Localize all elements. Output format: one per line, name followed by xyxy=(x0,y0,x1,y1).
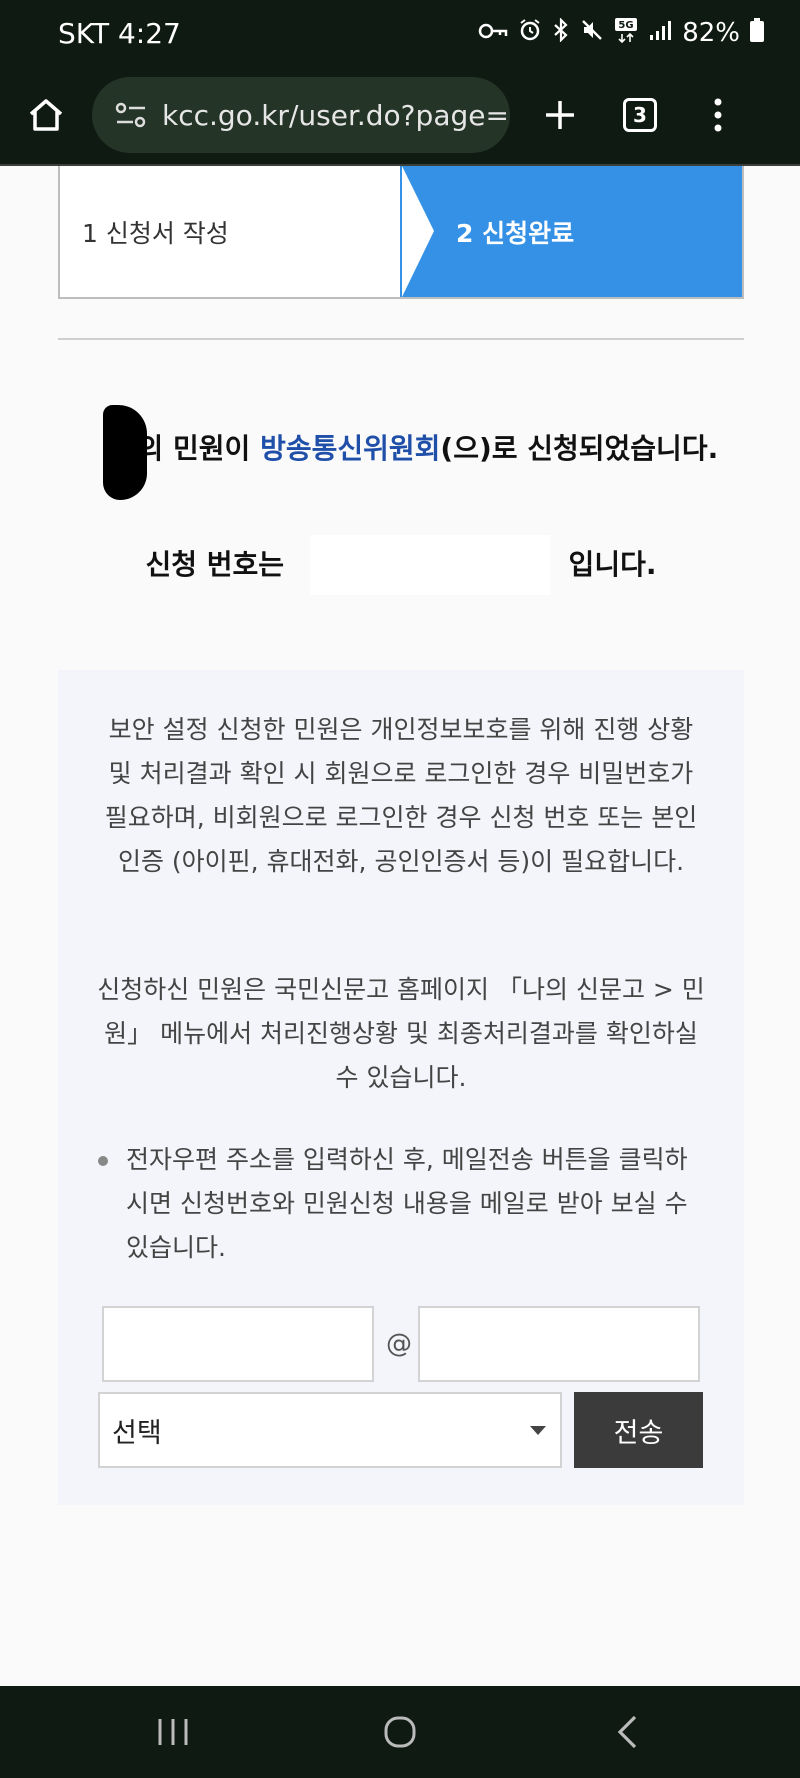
email-notice: 전자우편 주소를 입력하신 후, 메일전송 버튼을 클릭하시면 신청번호와 민원… xyxy=(98,1138,708,1270)
info-panel: 보안 설정 신청한 민원은 개인정보보호를 위해 진행 상황 및 처리결과 확인… xyxy=(58,670,744,1505)
status-bar: SKT 4:27 5G 82% xyxy=(0,0,800,66)
progress-steps: 1 신청서 작성 2 신청완료 xyxy=(58,166,744,299)
caret-down-icon xyxy=(530,1425,546,1435)
new-tab-button[interactable] xyxy=(510,98,610,132)
home-nav-button[interactable] xyxy=(355,1697,445,1767)
email-local-input[interactable] xyxy=(102,1306,374,1382)
home-button[interactable] xyxy=(0,65,92,165)
plus-icon xyxy=(546,101,574,129)
mute-icon xyxy=(580,18,604,48)
step-2-label: 2 신청완료 xyxy=(456,218,575,248)
home-icon xyxy=(29,99,63,131)
alarm-icon xyxy=(518,18,542,48)
battery-percent: 82% xyxy=(682,18,740,48)
svg-text:5G: 5G xyxy=(619,20,634,31)
browser-menu-button[interactable] xyxy=(670,98,766,132)
recent-apps-button[interactable] xyxy=(128,1697,218,1767)
battery-icon xyxy=(750,18,764,48)
site-settings-icon[interactable] xyxy=(106,102,156,128)
browser-toolbar: kcc.go.kr/user.do?page= 3 xyxy=(0,66,800,166)
organization-link[interactable]: 방송통신위원회 xyxy=(260,432,440,465)
security-notice: 보안 설정 신청한 민원은 개인정보보호를 위해 진행 상황 및 처리결과 확인… xyxy=(104,715,698,876)
system-nav-bar xyxy=(0,1686,800,1778)
home-circle-icon xyxy=(384,1716,416,1748)
application-number-suffix: 입니다. xyxy=(558,548,657,581)
redacted-application-number xyxy=(310,535,550,595)
email-domain-input[interactable] xyxy=(418,1306,700,1382)
tab-count: 3 xyxy=(623,98,657,132)
section-divider xyxy=(58,338,744,340)
step-chevron xyxy=(402,166,434,297)
url-text: kcc.go.kr/user.do?page= xyxy=(162,98,509,132)
email-domain-select[interactable]: 선택 xyxy=(98,1392,562,1468)
step-1-label: 1 신청서 작성 xyxy=(82,218,229,248)
email-notice-text: 전자우편 주소를 입력하신 후, 메일전송 버튼을 클릭하시면 신청번호와 민원… xyxy=(126,1145,688,1262)
select-value: 선택 xyxy=(112,1417,162,1449)
more-vert-icon xyxy=(714,98,722,132)
application-number-prefix: 신청 번호는 xyxy=(145,548,294,581)
address-bar[interactable]: kcc.go.kr/user.do?page= xyxy=(92,77,510,153)
submission-message: 님의 민원이 방송통신위원회(으)로 신청되었습니다. xyxy=(58,420,744,478)
carrier-time: SKT 4:27 xyxy=(58,16,181,50)
back-button[interactable] xyxy=(582,1697,672,1767)
at-sign: @ xyxy=(386,1329,412,1359)
recent-apps-icon xyxy=(158,1719,188,1745)
status-icons: 5G 82% xyxy=(478,17,764,49)
message-rest: (으)로 신청되었습니다. xyxy=(440,432,719,465)
5g-icon: 5G xyxy=(614,17,638,49)
bluetooth-icon xyxy=(552,17,570,48)
key-icon xyxy=(478,19,508,47)
tab-switcher-button[interactable]: 3 xyxy=(610,98,670,132)
tracking-notice: 신청하신 민원은 국민신문고 홈페이지 「나의 신문고 > 민원」 메뉴에서 처… xyxy=(97,975,705,1092)
redacted-name xyxy=(103,405,147,500)
send-button[interactable]: 전송 xyxy=(574,1392,703,1468)
signal-icon xyxy=(648,19,672,47)
bullet-icon xyxy=(98,1156,108,1166)
back-chevron-icon xyxy=(617,1715,636,1749)
